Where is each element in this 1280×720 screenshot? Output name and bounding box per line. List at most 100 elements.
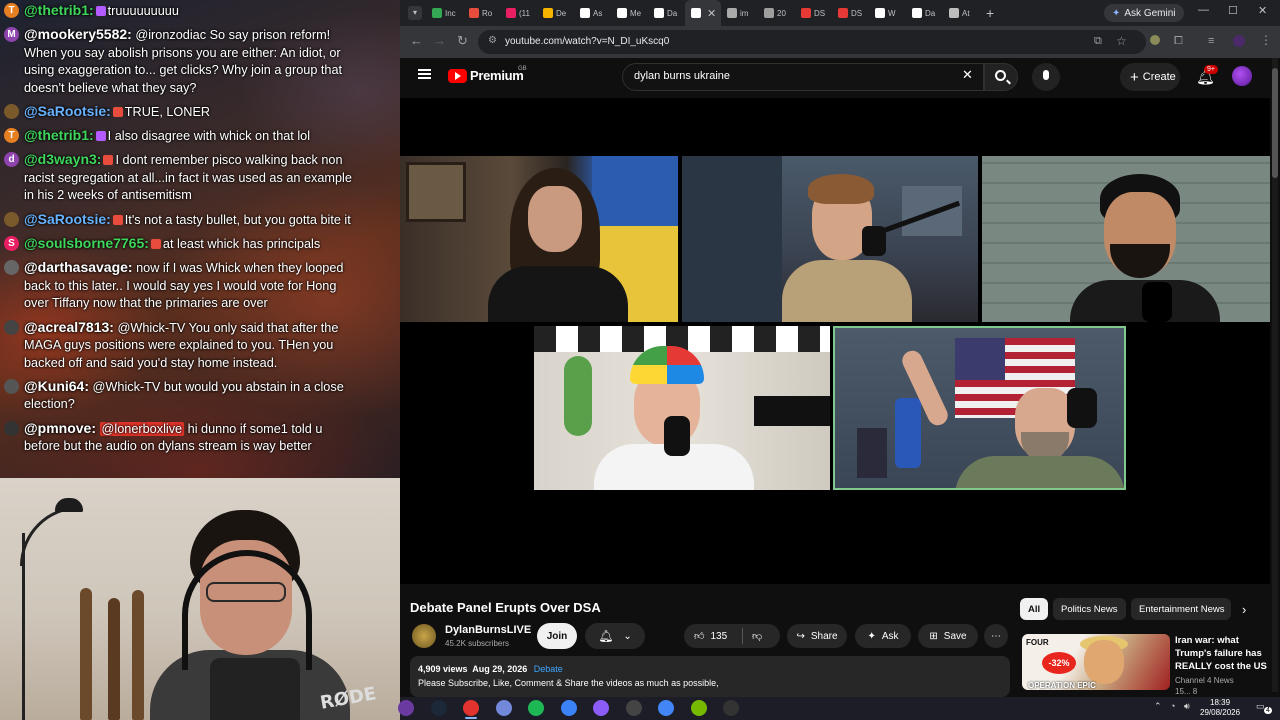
chat-username[interactable]: @darthasavage: (24, 259, 133, 275)
taskbar-app-icon[interactable] (560, 700, 577, 716)
chat-username[interactable]: @mookery5582: (24, 26, 132, 42)
cast-icon[interactable]: ⧉ (1094, 35, 1102, 48)
browser-tab[interactable]: (11 (500, 0, 537, 26)
tab-search-icon[interactable]: ▾ (408, 6, 422, 20)
maximize-icon[interactable]: ☐ (1228, 4, 1238, 17)
create-button[interactable]: + Create (1120, 63, 1180, 91)
close-window-icon[interactable]: ✕ (1258, 4, 1267, 17)
browser-tab[interactable]: 20 (758, 0, 795, 26)
tab-favicon-icon (580, 8, 590, 18)
back-icon[interactable]: ← (410, 33, 423, 48)
scrollbar-thumb[interactable] (1272, 68, 1278, 178)
chat-username[interactable]: @thetrib1: (24, 2, 94, 18)
tab-label: Da (925, 8, 936, 18)
description-box[interactable]: 4,909 views Aug 29, 2026 Debate Please S… (410, 656, 1010, 697)
dislike-icon[interactable]: 👎︎ (752, 630, 762, 642)
recommended-channel[interactable]: Channel 4 News (1175, 676, 1234, 685)
guest-3-mic (1142, 282, 1172, 322)
browser-tab[interactable]: Me (611, 0, 648, 26)
search-input[interactable] (634, 70, 934, 82)
reload-icon[interactable]: ↻ (457, 33, 468, 49)
save-button[interactable]: ⊞ Save (918, 624, 978, 648)
chat-username[interactable]: @SaRootsie: (24, 103, 111, 119)
browser-tab[interactable]: Da (648, 0, 685, 26)
channel-avatar[interactable] (412, 624, 436, 648)
browser-tab[interactable]: De (537, 0, 574, 26)
extension-icon[interactable] (1150, 35, 1160, 45)
taskbar-app-icon[interactable] (430, 700, 447, 716)
chat-username[interactable]: @d3wayn3: (24, 151, 101, 167)
chat-username[interactable]: @acreal7813: (24, 319, 114, 335)
like-count[interactable]: 135 (710, 631, 727, 642)
forward-icon[interactable]: → (433, 33, 446, 48)
browser-tab[interactable]: Ro (463, 0, 500, 26)
ask-button[interactable]: ✦ Ask (855, 624, 911, 648)
ask-gemini-button[interactable]: ✦ Ask Gemini (1104, 4, 1184, 22)
like-icon[interactable]: 👍︎ (694, 630, 704, 642)
browser-tab[interactable]: Da (906, 0, 943, 26)
menu-icon[interactable] (418, 69, 431, 79)
taskbar-app-icon[interactable] (463, 700, 479, 716)
chrome-menu-icon[interactable]: ⋮ (1260, 33, 1272, 47)
taskbar-app-icon[interactable] (658, 700, 674, 716)
taskbar-app-icon[interactable] (690, 700, 707, 716)
chip-politics-news[interactable]: Politics News (1053, 598, 1126, 620)
youtube-logo-icon[interactable] (448, 69, 467, 83)
taskbar-app-icon[interactable] (528, 700, 544, 716)
channel-name[interactable]: DylanBurnsLIVE (445, 624, 531, 636)
subscribed-button[interactable]: 🔔︎ ⌄ (585, 623, 645, 649)
youtube-brand[interactable]: Premium (470, 68, 524, 83)
taskbar-app-icon[interactable] (495, 700, 512, 716)
taskbar-app-icon[interactable] (723, 700, 739, 716)
more-actions-button[interactable]: ⋯ (984, 624, 1008, 648)
hashtag-link[interactable]: Debate (534, 664, 563, 674)
join-button[interactable]: Join (537, 623, 577, 649)
tab-label: 20 (777, 8, 786, 18)
chat-username[interactable]: @SaRootsie: (24, 211, 111, 227)
recommended-title[interactable]: Iran war: what Trump's failure has REALL… (1175, 634, 1275, 673)
page-scrollbar[interactable] (1272, 58, 1278, 692)
system-clock[interactable]: 18:39 29/08/2026 (1200, 698, 1240, 718)
browser-tab[interactable]: W (869, 0, 906, 26)
chat-mention[interactable]: @lonerboxlive (99, 421, 185, 436)
share-button[interactable]: ↪ Share (787, 624, 847, 648)
browser-tab[interactable]: At (943, 0, 980, 26)
taskbar-app-icon[interactable] (593, 700, 609, 716)
browser-tab[interactable]: As (574, 0, 611, 26)
recommended-thumbnail[interactable]: FOUR -32% OPERATION EPIC (1022, 634, 1170, 690)
browser-tab[interactable]: ✕ (685, 0, 721, 26)
bookmark-star-icon[interactable]: ☆ (1116, 34, 1127, 48)
browser-tab[interactable]: Inc (426, 0, 463, 26)
extensions-puzzle-icon[interactable]: ⧠ (1174, 35, 1183, 48)
chevron-right-icon[interactable]: › (1242, 602, 1246, 617)
chat-username[interactable]: @soulsborne7765: (24, 235, 149, 251)
browser-tab[interactable]: DS (832, 0, 869, 26)
close-tab-icon[interactable]: ✕ (707, 7, 716, 20)
url-text[interactable]: youtube.com/watch?v=N_DI_uKscq0 (505, 36, 669, 47)
chip-entertainment-news[interactable]: Entertainment News (1131, 598, 1231, 620)
browser-tab[interactable]: DS (795, 0, 832, 26)
chat-username[interactable]: @Kuni64: (24, 378, 89, 394)
taskbar-app-icon[interactable] (625, 700, 642, 716)
voice-search-icon[interactable] (1032, 63, 1060, 91)
video-player[interactable] (400, 98, 1270, 584)
chip-all[interactable]: All (1020, 598, 1049, 620)
tray-chevron-up-icon[interactable]: ⌃ (1154, 701, 1162, 712)
account-avatar[interactable] (1232, 66, 1252, 86)
search-button[interactable] (984, 63, 1018, 91)
media-control-icon[interactable]: ≡ (1208, 35, 1214, 47)
chat-username[interactable]: @pmnove: (24, 420, 96, 436)
chat-username[interactable]: @thetrib1: (24, 127, 94, 143)
tab-favicon-icon (875, 8, 885, 18)
volume-icon[interactable]: 🔊︎ (1184, 701, 1190, 712)
clear-search-icon[interactable]: ✕ (962, 67, 973, 83)
profile-avatar[interactable] (1233, 35, 1245, 47)
new-tab-icon[interactable]: + (986, 0, 994, 26)
taskbar-app-icon[interactable] (398, 700, 414, 716)
wifi-icon[interactable]: ◔ (1170, 701, 1175, 711)
minimize-icon[interactable]: — (1198, 4, 1209, 16)
like-divider (742, 628, 743, 644)
search-box[interactable] (622, 63, 984, 91)
site-info-icon[interactable]: ⚙ (488, 35, 497, 46)
browser-tab[interactable]: im (721, 0, 758, 26)
